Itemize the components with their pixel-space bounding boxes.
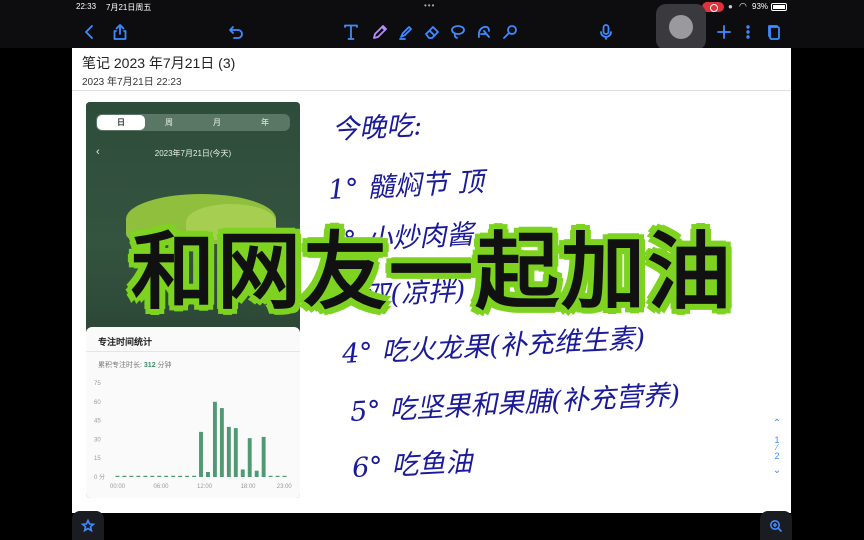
tab-week: 周	[165, 118, 173, 127]
chart-bar	[171, 475, 176, 477]
chevron-down-icon[interactable]: ⌄	[767, 465, 787, 476]
status-date: 7月21日周五	[106, 3, 152, 12]
battery-percent: 93%	[752, 2, 769, 11]
tab-month: 月	[213, 118, 221, 127]
chart-bar	[254, 470, 259, 477]
chart-bar	[226, 426, 231, 477]
zoom-icon[interactable]	[760, 511, 792, 540]
chart-bar	[129, 475, 134, 477]
highlighter-icon[interactable]	[396, 22, 416, 42]
tab-year: 年	[261, 118, 269, 127]
favorite-star-icon[interactable]	[72, 511, 104, 540]
chevron-up-icon[interactable]: ⌃	[767, 418, 787, 429]
share-icon[interactable]	[110, 22, 130, 42]
chart-bar	[122, 475, 127, 477]
chart-bar	[143, 475, 148, 477]
total-focus-time: 累积专注时长: 312 分钟	[98, 360, 172, 370]
y-tick-label: 0 分	[94, 473, 105, 481]
wifi-icon: ◠	[739, 1, 747, 11]
y-tick-label: 30	[94, 437, 101, 443]
chart-bar	[240, 469, 245, 477]
chart-bar	[282, 475, 287, 477]
status-time: 22:33	[76, 2, 97, 11]
y-tick-label: 15	[94, 456, 101, 462]
eraser-icon[interactable]	[422, 22, 442, 42]
period-segmented-control: 日 周 月 年	[96, 114, 290, 131]
chart-bar	[178, 475, 183, 477]
undo-icon[interactable]	[226, 22, 246, 42]
chart-bar	[150, 475, 155, 477]
microphone-icon[interactable]	[596, 22, 616, 42]
chart-bar	[212, 401, 217, 477]
battery-icon	[771, 3, 787, 11]
laser-icon[interactable]	[500, 22, 520, 42]
chart-bar	[261, 436, 266, 477]
chart-bar	[192, 475, 196, 477]
floating-assistive-button[interactable]	[656, 4, 706, 50]
y-tick-label: 75	[94, 381, 101, 387]
focus-bar-chart: 0 分 15 30 45 60 75 00:00 06:00 12:00 18:00 23:00	[94, 381, 293, 490]
more-icon[interactable]	[738, 22, 758, 42]
chart-bar	[268, 475, 273, 477]
total-unit: 分钟	[157, 362, 172, 369]
back-icon[interactable]	[80, 22, 100, 42]
text-icon[interactable]	[341, 22, 361, 42]
x-tick-label: 00:00	[110, 484, 126, 490]
page-indicator: ⌃ 1 ⁄ 2 ⌄	[767, 418, 787, 476]
handwriting-line: 1° 髓焖节 顶	[327, 166, 485, 206]
tab-day: 日	[97, 115, 145, 130]
multitask-dots-icon[interactable]: •••	[424, 1, 435, 10]
x-tick-label: 06:00	[154, 484, 170, 490]
chart-bar	[164, 475, 169, 477]
y-tick-label: 45	[94, 419, 101, 425]
chart-bar	[247, 438, 252, 477]
x-tick-label: 18:00	[241, 484, 257, 490]
stats-title: 专注时间统计	[98, 337, 153, 347]
handwriting-line: 5° 吃坚果和果脯(补充营养)	[349, 379, 681, 428]
note-title[interactable]: 笔记 2023 年7月21日 (3)	[82, 53, 235, 73]
chart-bar	[115, 475, 120, 477]
chart-bar	[275, 475, 280, 477]
toolbar	[0, 14, 864, 48]
chart-bar	[206, 471, 210, 477]
day-label: 2023年7月21日(今天)	[154, 149, 232, 158]
divider	[86, 351, 300, 352]
mic-indicator-icon: ●	[728, 2, 733, 11]
chart-bar	[136, 475, 141, 477]
handwriting-line: 今晚吃:	[331, 110, 423, 146]
status-bar: 22:33 7月21日周五 ••• ● ◠ 93%	[0, 0, 864, 14]
total-label: 累积专注时长:	[98, 362, 142, 369]
page-divider	[72, 90, 791, 91]
chart-bar	[233, 428, 238, 477]
total-pages: 2	[774, 451, 780, 461]
chart-bar	[219, 408, 224, 477]
chart-bar	[199, 431, 203, 477]
lasso-icon[interactable]	[448, 22, 468, 42]
add-icon[interactable]	[714, 22, 734, 42]
shapes-icon[interactable]	[474, 22, 494, 42]
note-date: 2023 年7月21日 22:23	[82, 77, 182, 88]
pen-icon[interactable]	[370, 22, 390, 42]
overlay-banner-text: 和网友一起加油	[130, 223, 733, 321]
x-tick-label: 23:00	[277, 484, 293, 490]
total-value: 312	[143, 362, 156, 369]
y-tick-label: 60	[94, 400, 101, 406]
pages-icon[interactable]	[764, 22, 784, 42]
chart-bar	[157, 475, 162, 477]
chart-bar	[185, 475, 190, 477]
handwriting-line: 6° 吃鱼油	[351, 446, 474, 484]
focus-stats-card: 专注时间统计 累积专注时长: 312 分钟 0 分 15 30 45 60 75 00:00…	[86, 327, 300, 498]
x-tick-label: 12:00	[197, 484, 213, 490]
